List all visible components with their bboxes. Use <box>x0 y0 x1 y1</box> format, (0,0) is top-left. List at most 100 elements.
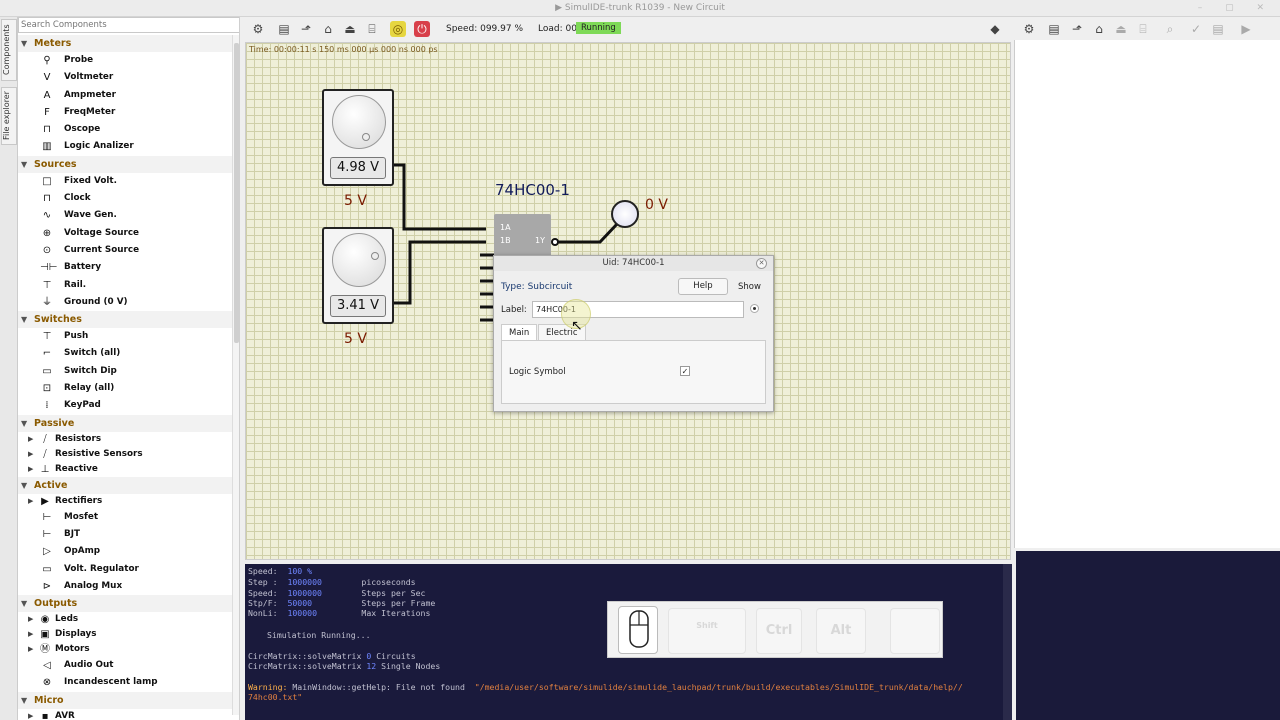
settings-icon[interactable]: ⚙ <box>250 21 266 37</box>
power-icon[interactable]: ⏻ <box>414 21 430 37</box>
subcategory-reactive[interactable]: ▶ ⊥ Reactive <box>18 462 232 477</box>
component-keypad[interactable]: ⁞ KeyPad <box>18 397 232 414</box>
subcategory-avr[interactable]: ▶ ▪ AVR <box>18 709 232 720</box>
subcategory-rectifiers[interactable]: ▶ ▶ Rectifiers <box>18 494 232 509</box>
window-controls[interactable]: – ▢ ✕ <box>1198 0 1274 17</box>
upload-icon[interactable]: ▤ <box>1210 21 1226 37</box>
subcategory-motors[interactable]: ▶ Ⓜ Motors <box>18 642 232 657</box>
component-incandescent-lamp[interactable]: ⊗ Incandescent lamp <box>18 674 232 691</box>
component-rail[interactable]: ⊤ Rail. <box>18 277 232 294</box>
component-volt-regulator[interactable]: ▭ Volt. Regulator <box>18 561 232 578</box>
show-button[interactable]: Show <box>738 282 761 292</box>
search-components-input[interactable] <box>18 17 239 33</box>
collapse-icon[interactable]: ▼ <box>21 477 27 494</box>
component-push[interactable]: ⊤ Push <box>18 328 232 345</box>
new-circuit-icon[interactable]: ▤ <box>276 21 292 37</box>
tab-main[interactable]: Main <box>501 324 538 341</box>
open-file-icon[interactable]: ⬏ <box>1069 21 1085 37</box>
split-view-icon[interactable]: ◆ <box>987 21 1003 37</box>
collapse-icon[interactable]: ▼ <box>21 156 27 173</box>
right-panel <box>1014 18 1280 548</box>
component-switch-all[interactable]: ⌐ Switch (all) <box>18 345 232 362</box>
settings-icon[interactable]: ⚙ <box>1021 21 1037 37</box>
category-meters[interactable]: ▼ Meters <box>18 35 232 52</box>
component-probe[interactable]: ⚲ Probe <box>18 52 232 69</box>
component-battery[interactable]: ⊣⊢ Battery <box>18 259 232 276</box>
category-active[interactable]: ▼ Active <box>18 476 232 494</box>
component-ampmeter[interactable]: A Ampmeter <box>18 87 232 104</box>
collapse-icon[interactable]: ▼ <box>21 692 27 709</box>
subcategory-leds[interactable]: ▶ ◉ Leds <box>18 612 232 627</box>
component-logic-analizer[interactable]: ▥ Logic Analizer <box>18 138 232 155</box>
components-panel: ▼ Meters ⚲ Probe V Voltmeter A Ampmeter F FreqMet… <box>18 17 240 720</box>
category-passive[interactable]: ▼ Passive <box>18 414 232 432</box>
console-scrollbar[interactable] <box>1003 564 1012 720</box>
expand-icon[interactable]: ▶ <box>28 462 33 477</box>
component-fixed-volt[interactable]: □ Fixed Volt. <box>18 173 232 190</box>
pause-icon[interactable]: ◎ <box>390 21 406 37</box>
subcategory-displays[interactable]: ▶ ▣ Displays <box>18 627 232 642</box>
subcategory-resistors[interactable]: ▶ ⧸ Resistors <box>18 432 232 447</box>
collapse-icon[interactable]: ▼ <box>21 311 27 328</box>
category-micro[interactable]: ▼ Micro <box>18 691 232 709</box>
component-ground-0-v[interactable]: ⏚ Ground (0 V) <box>18 294 232 311</box>
compile-icon[interactable]: ✓ <box>1188 21 1204 37</box>
category-outputs[interactable]: ▼ Outputs <box>18 595 232 613</box>
save-file-icon[interactable]: ⌂ <box>1091 21 1107 37</box>
expand-icon[interactable]: ▶ <box>28 642 33 657</box>
tab-components[interactable]: Components <box>1 19 17 81</box>
export-icon[interactable]: ⌸ <box>364 21 380 37</box>
component-analog-mux[interactable]: ⊳ Analog Mux <box>18 578 232 595</box>
expand-icon[interactable]: ▶ <box>28 494 33 509</box>
export-file-icon[interactable]: ⌸ <box>1135 21 1151 37</box>
switch-icon: ⌐ <box>42 348 52 360</box>
potentiometer-2[interactable]: 3.41 V <box>322 227 394 324</box>
component-wave-gen[interactable]: ∿ Wave Gen. <box>18 207 232 224</box>
open-icon[interactable]: ⬏ <box>298 21 314 37</box>
component-voltmeter[interactable]: V Voltmeter <box>18 69 232 86</box>
knob-1[interactable] <box>332 95 386 149</box>
component-switch-dip[interactable]: ▭ Switch Dip <box>18 363 232 380</box>
scrollbar-thumb[interactable] <box>234 43 239 343</box>
component-freqmeter[interactable]: F FreqMeter <box>18 104 232 121</box>
component-label: Analog Mux <box>64 580 123 591</box>
expand-icon[interactable]: ▶ <box>28 627 33 642</box>
save-icon[interactable]: ⌂ <box>320 21 336 37</box>
logic-symbol-checkbox[interactable]: ✓ <box>680 366 690 376</box>
debug-icon[interactable]: ▶ <box>1238 21 1254 37</box>
show-label-radio[interactable] <box>750 304 759 313</box>
component-clock[interactable]: ⊓ Clock <box>18 190 232 207</box>
potentiometer-1[interactable]: 4.98 V <box>322 89 394 186</box>
category-switches[interactable]: ▼ Switches <box>18 311 232 329</box>
expand-icon[interactable]: ▶ <box>28 447 33 462</box>
components-scrollbar[interactable] <box>232 35 239 715</box>
help-button[interactable]: Help <box>678 278 728 295</box>
probe[interactable] <box>611 200 639 228</box>
subcategory-label: Motors <box>55 644 90 655</box>
collapse-icon[interactable]: ▼ <box>21 595 27 612</box>
save-as-file-icon[interactable]: ⏏ <box>1113 21 1129 37</box>
expand-icon[interactable]: ▶ <box>28 612 33 627</box>
expand-icon[interactable]: ▶ <box>28 432 33 447</box>
component-relay-all[interactable]: ⊡ Relay (all) <box>18 380 232 397</box>
find-icon[interactable]: ⌕ <box>1162 21 1178 37</box>
save-as-icon[interactable]: ⏏ <box>342 21 358 37</box>
component-opamp[interactable]: ▷ OpAmp <box>18 543 232 560</box>
component-label: Switch Dip <box>64 365 117 376</box>
expand-icon[interactable]: ▶ <box>28 709 33 720</box>
component-bjt[interactable]: ⊢ BJT <box>18 526 232 543</box>
knob-2[interactable] <box>332 233 386 287</box>
component-mosfet[interactable]: ⊢ Mosfet <box>18 509 232 526</box>
new-file-icon[interactable]: ▤ <box>1046 21 1062 37</box>
window-title: ▶ SimulIDE-trunk R1039 - New Circuit <box>555 3 725 13</box>
collapse-icon[interactable]: ▼ <box>21 35 27 52</box>
close-icon[interactable]: ✕ <box>756 258 767 269</box>
category-sources[interactable]: ▼ Sources <box>18 155 232 173</box>
component-voltage-source[interactable]: ⊕ Voltage Source <box>18 225 232 242</box>
component-oscope[interactable]: ⊓ Oscope <box>18 121 232 138</box>
collapse-icon[interactable]: ▼ <box>21 415 27 432</box>
subcategory-resistive-sensors[interactable]: ▶ ⧸ Resistive Sensors <box>18 447 232 462</box>
component-audio-out[interactable]: ◁ Audio Out <box>18 657 232 674</box>
component-current-source[interactable]: ⊙ Current Source <box>18 242 232 259</box>
tab-file-explorer[interactable]: File explorer <box>1 87 17 145</box>
